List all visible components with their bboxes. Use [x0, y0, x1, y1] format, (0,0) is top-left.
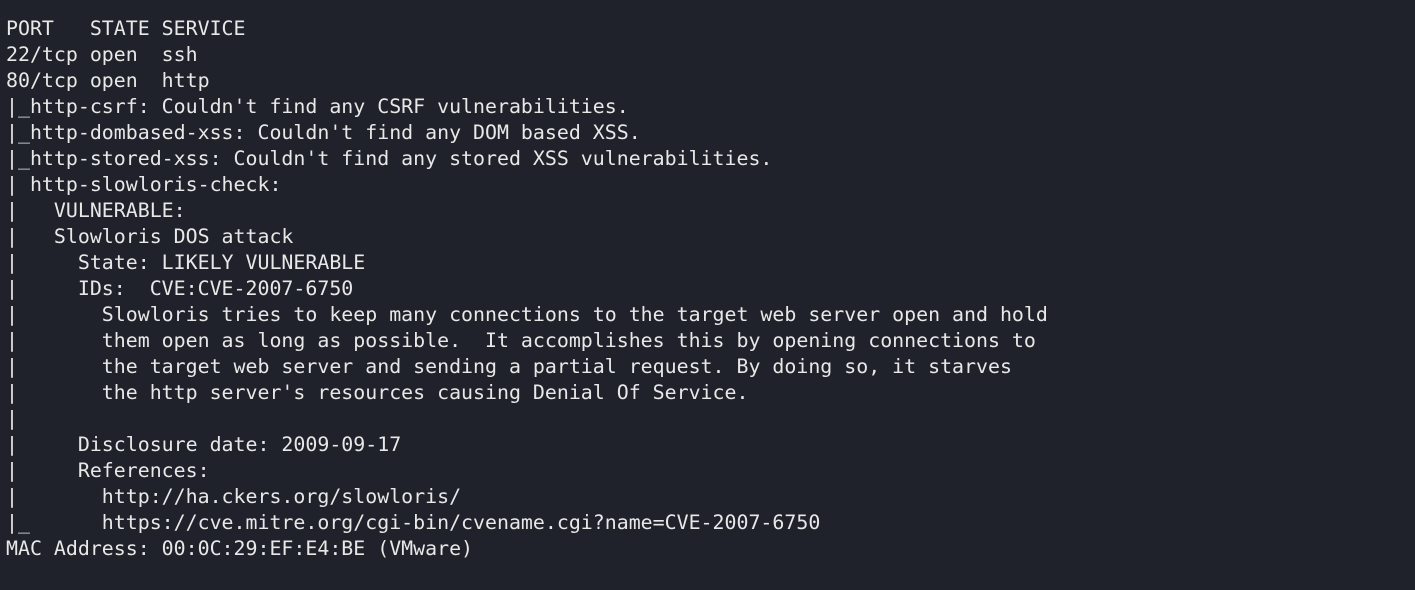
- script-result-http-stored-xss: |_http-stored-xss: Couldn't find any sto…: [6, 147, 773, 170]
- vuln-ids: | IDs: CVE:CVE-2007-6750: [6, 277, 354, 300]
- vuln-title: | Slowloris DOS attack: [6, 225, 294, 248]
- vuln-state: | State: LIKELY VULNERABLE: [6, 251, 366, 274]
- vuln-description-line: | the http server's resources causing De…: [6, 381, 749, 404]
- script-result-http-csrf: |_http-csrf: Couldn't find any CSRF vuln…: [6, 95, 629, 118]
- vuln-references-label: | References:: [6, 459, 210, 482]
- vuln-status: | VULNERABLE:: [6, 199, 186, 222]
- vuln-disclosure-date: | Disclosure date: 2009-09-17: [6, 433, 402, 456]
- nmap-port-header: PORT STATE SERVICE: [6, 17, 246, 40]
- nmap-port-row-http: 80/tcp open http: [6, 69, 210, 92]
- script-header-http-slowloris-check: | http-slowloris-check:: [6, 173, 294, 196]
- vuln-description-line: | the target web server and sending a pa…: [6, 355, 1012, 378]
- terminal-output: PORT STATE SERVICE 22/tcp open ssh 80/tcp …: [6, 16, 1415, 562]
- vuln-description-line: | Slowloris tries to keep many connectio…: [6, 303, 1048, 326]
- blank-script-line: |: [6, 407, 102, 430]
- terminal-window[interactable]: PORT STATE SERVICE 22/tcp open ssh 80/tcp …: [0, 0, 1415, 590]
- mac-address-line: MAC Address: 00:0C:29:EF:E4:BE (VMware): [6, 537, 474, 560]
- script-result-http-dombased-xss: |_http-dombased-xss: Couldn't find any D…: [6, 121, 641, 144]
- nmap-port-row-ssh: 22/tcp open ssh: [6, 43, 198, 66]
- vuln-reference-url: | http://ha.ckers.org/slowloris/: [6, 485, 462, 508]
- vuln-reference-url: |_ https://cve.mitre.org/cgi-bin/cvename…: [6, 511, 821, 534]
- vuln-description-line: | them open as long as possible. It acco…: [6, 329, 1036, 352]
